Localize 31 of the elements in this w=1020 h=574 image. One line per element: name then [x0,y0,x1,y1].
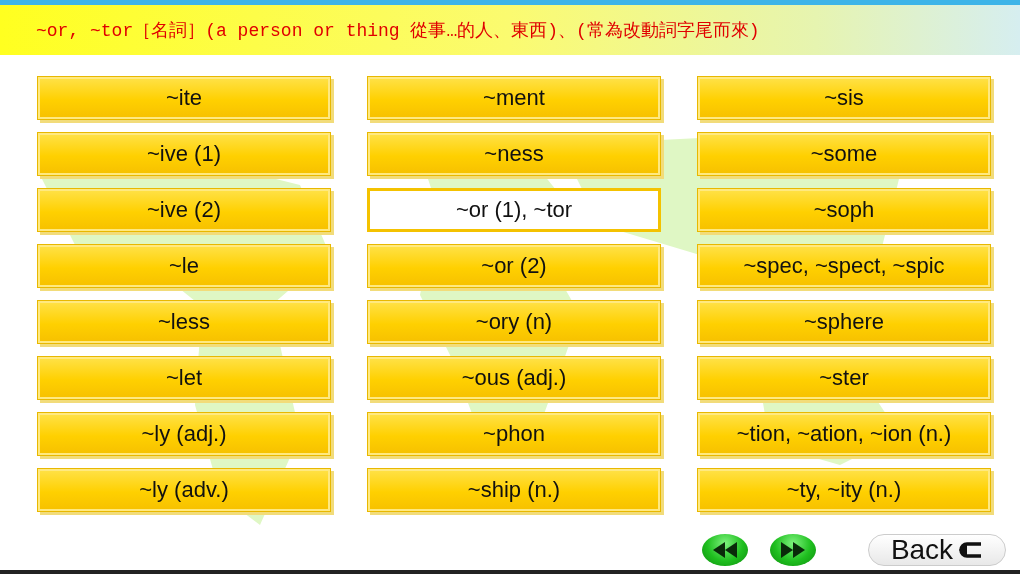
suffix-button[interactable]: ~soph [697,188,991,232]
suffix-button[interactable]: ~ty, ~ity (n.) [697,468,991,512]
rewind-icon [713,542,737,558]
suffix-button[interactable]: ~tion, ~ation, ~ion (n.) [697,412,991,456]
suffix-button[interactable]: ~or (2) [367,244,661,288]
suffix-button[interactable]: ~spec, ~spect, ~spic [697,244,991,288]
suffix-button[interactable]: ~ship (n.) [367,468,661,512]
suffix-button[interactable]: ~let [37,356,331,400]
suffix-button[interactable]: ~sphere [697,300,991,344]
rewind-button[interactable] [702,534,748,566]
suffix-button[interactable]: ~ive (1) [37,132,331,176]
suffix-button[interactable]: ~some [697,132,991,176]
back-button[interactable]: Back [868,534,1006,566]
suffix-button[interactable]: ~ness [367,132,661,176]
suffix-button[interactable]: ~less [37,300,331,344]
suffix-button[interactable]: ~ster [697,356,991,400]
return-arrow-icon [957,540,984,560]
suffix-button[interactable]: ~phon [367,412,661,456]
suffix-button[interactable]: ~ive (2) [37,188,331,232]
suffix-button[interactable]: ~ite [37,76,331,120]
suffix-button[interactable]: ~ment [367,76,661,120]
suffix-button[interactable]: ~le [37,244,331,288]
suffix-button[interactable]: ~sis [697,76,991,120]
suffix-button[interactable]: ~ly (adj.) [37,412,331,456]
fast-forward-icon [781,542,805,558]
suffix-button[interactable]: ~ory (n) [367,300,661,344]
suffix-button[interactable]: ~or (1), ~tor [367,188,661,232]
fast-forward-button[interactable] [770,534,816,566]
suffix-button[interactable]: ~ous (adj.) [367,356,661,400]
title-text: ~or, ~tor［名詞］(a person or thing 從事…的人、東西)、(常為改動詞字尾而來) [36,20,760,42]
suffix-button[interactable]: ~ly (adv.) [37,468,331,512]
